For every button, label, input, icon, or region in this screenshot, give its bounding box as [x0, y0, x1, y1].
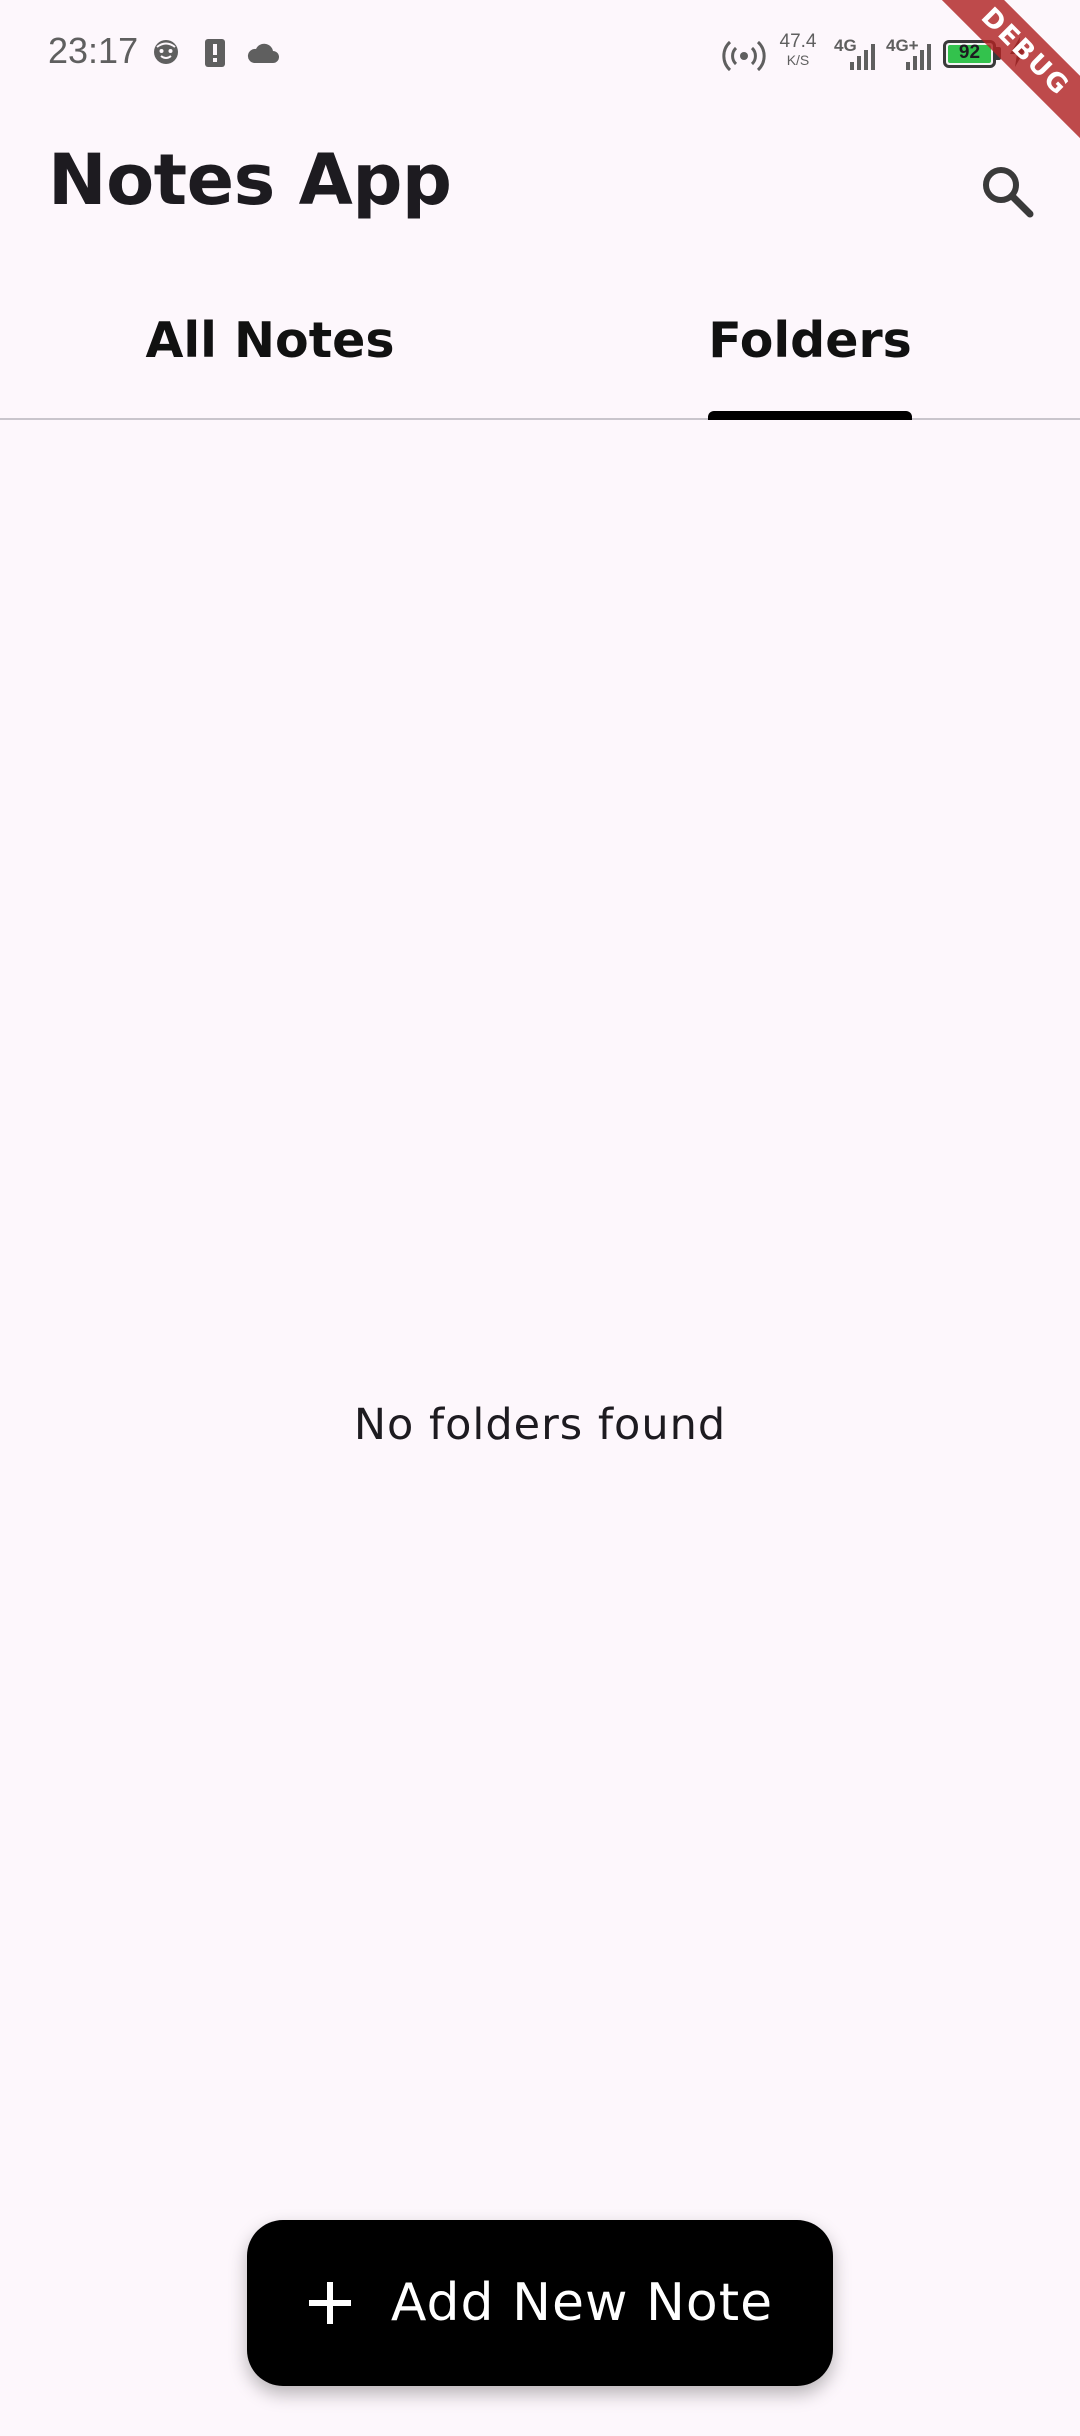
search-icon [978, 162, 1036, 224]
hotspot-icon [722, 36, 766, 76]
signal-icon [904, 42, 934, 74]
add-new-note-label: Add New Note [390, 2273, 774, 2333]
tab-bar: All Notes Folders [0, 290, 1080, 420]
tab-label: Folders [708, 312, 912, 369]
tab-folders[interactable]: Folders [540, 290, 1080, 420]
add-new-note-button[interactable]: Add New Note [247, 2220, 833, 2386]
search-button[interactable] [972, 158, 1042, 228]
empty-state-message: No folders found [353, 1400, 727, 1450]
tab-indicator [708, 411, 912, 420]
battery-level: 92 [958, 42, 981, 63]
tab-all-notes[interactable]: All Notes [0, 290, 540, 418]
cloud-icon [246, 42, 280, 68]
page-title: Notes App [48, 139, 452, 221]
status-time: 23:17 [48, 30, 139, 71]
plus-icon [307, 2280, 353, 2326]
status-bar: 23:17 47.4 K/S 4G 4G+ 92 [0, 0, 1080, 110]
tab-label: All Notes [145, 312, 395, 369]
signal-icon [848, 42, 878, 74]
network-speed: 47.4 K/S [779, 31, 817, 68]
sim-alert-icon [204, 38, 226, 72]
face-notification-icon [152, 38, 180, 70]
